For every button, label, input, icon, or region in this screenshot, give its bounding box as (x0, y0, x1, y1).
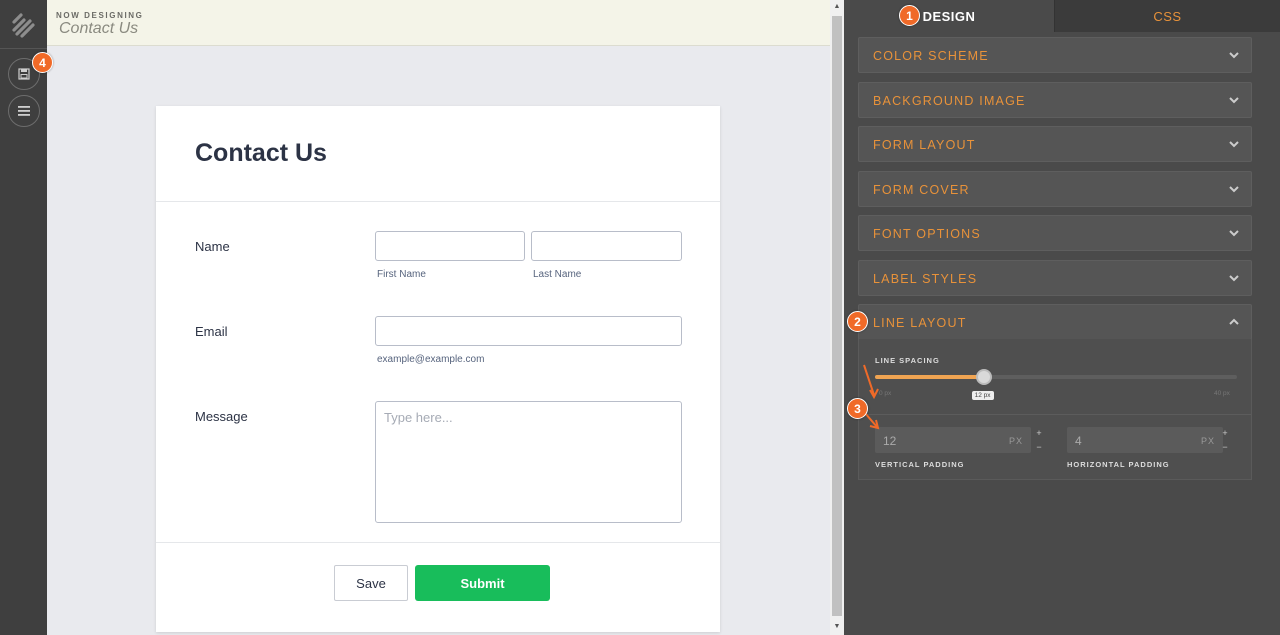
submit-button[interactable]: Submit (415, 565, 550, 601)
last-name-sublabel: Last Name (533, 269, 582, 280)
tab-css-label: CSS (1153, 8, 1182, 24)
annotation-badge-3: 3 (847, 398, 868, 419)
section-label: COLOR SCHEME (873, 49, 989, 63)
horizontal-padding-input[interactable]: 4 PX (1067, 427, 1223, 453)
annotation-badge-4: 4 (32, 52, 53, 73)
first-name-input[interactable] (375, 231, 525, 261)
chevron-down-icon (1229, 186, 1239, 193)
now-designing-label: NOW DESIGNING (56, 11, 144, 20)
line-layout-body: LINE SPACING 0 px 12 px 40 px 12 PX + − … (858, 339, 1252, 480)
slider-value-tooltip: 12 px (971, 391, 994, 400)
floppy-disk-icon (18, 68, 30, 80)
jotform-logo-icon[interactable] (8, 8, 40, 40)
last-name-input[interactable] (531, 231, 682, 261)
footer-divider (156, 542, 720, 543)
email-sublabel: example@example.com (377, 354, 485, 365)
chevron-down-icon (1229, 52, 1239, 59)
slider-max-label: 40 px (1214, 390, 1230, 397)
horizontal-padding-stepper[interactable]: + − (1217, 427, 1233, 453)
email-input[interactable] (375, 316, 682, 346)
section-label: LINE LAYOUT (873, 316, 967, 330)
section-line-layout[interactable]: LINE LAYOUT (858, 304, 1252, 340)
message-placeholder: Type here... (384, 410, 453, 425)
section-form-cover[interactable]: FORM COVER (858, 171, 1252, 207)
scroll-up-icon[interactable]: ▲ (832, 3, 842, 10)
form-preview-card: Contact Us Name First Name Last Name Ema… (156, 106, 720, 632)
slider-min-label: 0 px (879, 390, 892, 397)
section-label-styles[interactable]: LABEL STYLES (858, 260, 1252, 296)
email-label: Email (195, 324, 228, 339)
slider-fill (875, 375, 984, 379)
section-color-scheme[interactable]: COLOR SCHEME (858, 37, 1252, 73)
preview-scrollbar[interactable]: ▲ ▼ (830, 0, 844, 635)
message-label: Message (195, 409, 248, 424)
line-layout-divider (859, 414, 1251, 415)
slider-handle[interactable] (975, 369, 992, 385)
section-form-layout[interactable]: FORM LAYOUT (858, 126, 1252, 162)
section-font-options[interactable]: FONT OPTIONS (858, 215, 1252, 251)
section-label: FORM COVER (873, 183, 970, 197)
designer-header: NOW DESIGNING Contact Us (47, 0, 830, 46)
horizontal-padding-unit: PX (1200, 436, 1215, 446)
line-spacing-slider[interactable] (875, 375, 1237, 379)
first-name-sublabel: First Name (377, 269, 426, 280)
tab-design-label: DESIGN (922, 8, 976, 24)
scroll-thumb[interactable] (832, 16, 842, 616)
plus-icon[interactable]: + (1036, 427, 1041, 439)
minus-icon[interactable]: − (1222, 441, 1227, 453)
horizontal-padding-value: 4 (1075, 434, 1082, 448)
menu-button[interactable] (8, 95, 40, 127)
save-button[interactable]: Save (334, 565, 408, 601)
scroll-down-icon[interactable]: ▼ (832, 623, 842, 630)
rail-divider (0, 48, 47, 49)
message-textarea[interactable]: Type here... (375, 401, 682, 523)
hamburger-menu-icon (18, 106, 30, 116)
chevron-down-icon (1229, 230, 1239, 237)
form-name: Contact Us (59, 20, 139, 37)
annotation-badge-1: 1 (899, 5, 920, 26)
design-panel: DESIGN CSS COLOR SCHEME BACKGROUND IMAGE… (844, 0, 1280, 635)
annotation-badge-2: 2 (847, 311, 868, 332)
section-label: FORM LAYOUT (873, 138, 976, 152)
vertical-padding-label: VERTICAL PADDING (875, 460, 965, 469)
chevron-up-icon (1229, 318, 1239, 325)
section-label: BACKGROUND IMAGE (873, 94, 1026, 108)
line-spacing-label: LINE SPACING (875, 356, 940, 365)
vertical-padding-stepper[interactable]: + − (1031, 427, 1047, 453)
section-label: LABEL STYLES (873, 272, 978, 286)
minus-icon[interactable]: − (1036, 441, 1041, 453)
tab-css[interactable]: CSS (1054, 0, 1280, 32)
chevron-down-icon (1229, 97, 1239, 104)
vertical-padding-input[interactable]: 12 PX (875, 427, 1031, 453)
left-rail (0, 0, 47, 635)
vertical-padding-value: 12 (883, 434, 897, 448)
chevron-down-icon (1229, 141, 1239, 148)
tab-design[interactable]: DESIGN (844, 0, 1054, 32)
plus-icon[interactable]: + (1222, 427, 1227, 439)
vertical-padding-unit: PX (1008, 436, 1023, 446)
chevron-down-icon (1229, 275, 1239, 282)
horizontal-padding-label: HORIZONTAL PADDING (1067, 460, 1170, 469)
form-title: Contact Us (195, 139, 327, 167)
title-divider (156, 201, 720, 202)
name-label: Name (195, 239, 230, 254)
section-background-image[interactable]: BACKGROUND IMAGE (858, 82, 1252, 118)
section-label: FONT OPTIONS (873, 227, 981, 241)
